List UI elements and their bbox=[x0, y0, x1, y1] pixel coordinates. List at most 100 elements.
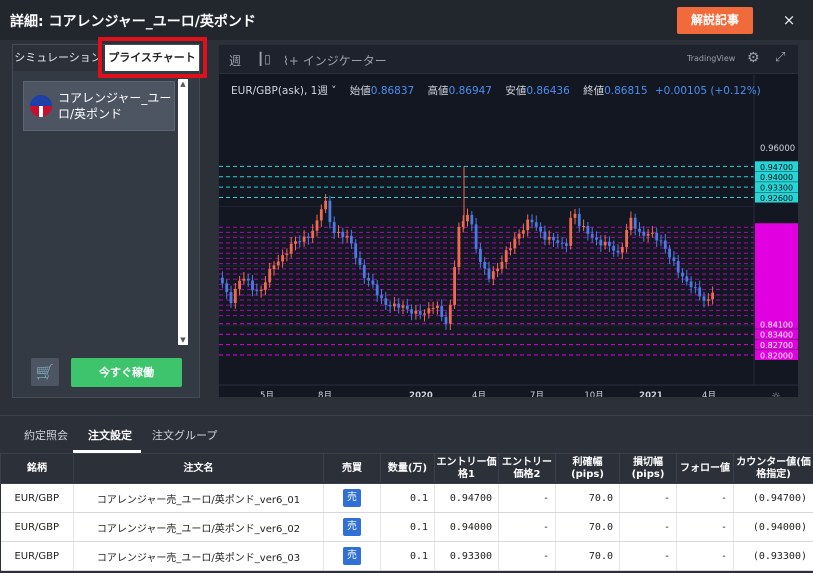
tab-order-settings[interactable]: 注文設定 bbox=[88, 427, 132, 443]
candle-body bbox=[328, 200, 332, 223]
candle-body bbox=[358, 257, 362, 265]
run-now-button[interactable]: 今すぐ稼働 bbox=[71, 358, 182, 387]
table-cell: (0.94000) bbox=[733, 512, 813, 542]
magenta-level-label: 0.82000 bbox=[760, 352, 793, 361]
candle-body bbox=[397, 303, 401, 308]
highlight-box bbox=[98, 37, 207, 78]
scroll-down-icon[interactable]: ▼ bbox=[178, 335, 188, 345]
candle-body bbox=[393, 303, 396, 307]
candle-body bbox=[689, 281, 693, 288]
dialog-header: 詳細: コアレンジャー_ユーロ/英ポンド 解説記事 × bbox=[0, 0, 813, 40]
open-label: 始値 bbox=[349, 85, 371, 97]
candle-body bbox=[711, 292, 714, 300]
candle-body bbox=[608, 241, 611, 246]
candle-body bbox=[294, 241, 297, 244]
table-cell: コアレンジャー売_ユーロ/英ポンド_ver6_02 bbox=[73, 512, 324, 542]
open-value: 0.86837 bbox=[370, 85, 415, 97]
candle-body bbox=[698, 287, 702, 297]
candle-body bbox=[384, 298, 388, 305]
table-row[interactable]: EUR/GBP コアレンジャー売_ユーロ/英ポンド_ver6_01 売 0.1 0.94… bbox=[0, 483, 813, 513]
close-icon[interactable]: × bbox=[778, 9, 800, 31]
candle-body bbox=[672, 257, 676, 261]
candle-body bbox=[410, 309, 413, 314]
candle-body bbox=[242, 278, 246, 281]
candle-body bbox=[560, 242, 564, 244]
table-cell: 0.93300 bbox=[434, 541, 499, 571]
price-tick-label: 0.96000 bbox=[760, 144, 795, 154]
candle-body bbox=[642, 231, 646, 236]
selected-strategy-card[interactable]: コアレンジャー_ユーロ/英ポンド bbox=[23, 81, 175, 131]
time-tick-label: 5月 bbox=[260, 391, 274, 397]
candle-body bbox=[517, 233, 521, 239]
axis-settings-icon: ☼ bbox=[771, 390, 781, 397]
candle-body bbox=[491, 271, 495, 279]
scroll-up-icon[interactable]: ▲ bbox=[178, 79, 188, 89]
cart-icon[interactable]: 🛒 bbox=[31, 358, 59, 386]
candle-body bbox=[315, 220, 319, 231]
table-cell: 70.0 bbox=[555, 483, 620, 513]
gear-icon[interactable]: ⚙ bbox=[747, 50, 760, 66]
candle-body bbox=[281, 255, 284, 262]
tab-simulation[interactable]: シミュレーション bbox=[13, 45, 103, 71]
selected-strategy-name: コアレンジャー_ユーロ/英ポンド bbox=[58, 91, 172, 121]
magenta-level-label: 0.84100 bbox=[760, 320, 793, 329]
chart-panel: 週 ┃▯ ⌇+ インジケーター TradingView ⚙ ⤢ 0.96000 0… bbox=[218, 44, 799, 398]
tab-order-group[interactable]: 注文グループ bbox=[152, 427, 217, 443]
candle-body bbox=[367, 277, 370, 281]
candle-body bbox=[651, 232, 654, 234]
column-header: フォロー値 bbox=[676, 453, 734, 484]
indicator-label: インジケーター bbox=[302, 54, 387, 68]
table-cell: - bbox=[498, 512, 556, 542]
candle-body bbox=[251, 280, 254, 291]
change-value: +0.00105 (+0.12%) bbox=[654, 85, 761, 97]
time-tick-label: 7月 bbox=[530, 391, 544, 397]
candle-body bbox=[668, 248, 671, 258]
candle-body bbox=[298, 241, 302, 243]
candle-body bbox=[504, 250, 508, 262]
table-cell: (0.93300) bbox=[733, 541, 813, 571]
time-tick-label: 2021 bbox=[639, 391, 663, 397]
table-cell: - bbox=[619, 541, 677, 571]
candle-body bbox=[474, 224, 478, 249]
candle-body bbox=[285, 253, 289, 256]
table-row[interactable]: EUR/GBP コアレンジャー売_ユーロ/英ポンド_ver6_03 売 0.1 0.93… bbox=[0, 541, 813, 571]
table-cell: EUR/GBP bbox=[0, 483, 74, 513]
candle-body bbox=[311, 230, 315, 239]
candle-body bbox=[225, 283, 229, 293]
candle-body bbox=[543, 231, 547, 240]
table-cell: 0.94700 bbox=[434, 483, 499, 513]
candle-body bbox=[337, 231, 340, 234]
candle-body bbox=[599, 239, 603, 246]
candle-body bbox=[659, 240, 663, 242]
candle-body bbox=[427, 308, 431, 314]
candle-body bbox=[530, 219, 534, 223]
dialog-title: 詳細: コアレンジャー_ユーロ/英ポンド bbox=[10, 14, 256, 30]
tab-execution-history[interactable]: 約定照会 bbox=[24, 427, 68, 443]
candle-body bbox=[307, 236, 310, 239]
fullscreen-icon[interactable]: ⤢ bbox=[775, 50, 785, 65]
candle-body bbox=[233, 288, 237, 304]
candle-body bbox=[509, 248, 512, 251]
magenta-level-block bbox=[755, 223, 798, 323]
table-cell: EUR/GBP bbox=[0, 512, 74, 542]
sell-badge: 売 bbox=[343, 518, 361, 536]
period-selector[interactable]: 週 bbox=[229, 52, 241, 69]
candle-body bbox=[466, 214, 469, 222]
table-cell: 売 bbox=[323, 483, 381, 513]
guide-article-button[interactable]: 解説記事 bbox=[677, 7, 753, 34]
candlestick-icon[interactable]: ┃▯ bbox=[257, 52, 271, 66]
candle-body bbox=[573, 213, 577, 218]
list-scrollbar[interactable]: ▲ ▼ bbox=[178, 79, 188, 345]
indicator-button[interactable]: ⌇+ インジケーター bbox=[283, 52, 387, 69]
low-value: 0.86436 bbox=[526, 85, 570, 97]
table-header-row: 銘柄 注文名 売買 数量(万) エントリー価格1 エントリー価格2 利確幅(pips) 損切幅… bbox=[0, 453, 813, 484]
candle-body bbox=[706, 299, 710, 301]
candle-body bbox=[522, 230, 525, 234]
table-row[interactable]: EUR/GBP コアレンジャー売_ユーロ/英ポンド_ver6_02 売 0.1 0.94… bbox=[0, 512, 813, 542]
table-cell: (0.94700) bbox=[733, 483, 813, 513]
candle-body bbox=[229, 292, 233, 304]
time-tick-label: 10月 bbox=[584, 391, 603, 397]
price-chart[interactable]: 0.96000 0.947000.94000 0.933000.92600 0.841… bbox=[219, 75, 798, 397]
time-tick-label: 4月 bbox=[702, 391, 716, 397]
candle-body bbox=[350, 235, 353, 244]
